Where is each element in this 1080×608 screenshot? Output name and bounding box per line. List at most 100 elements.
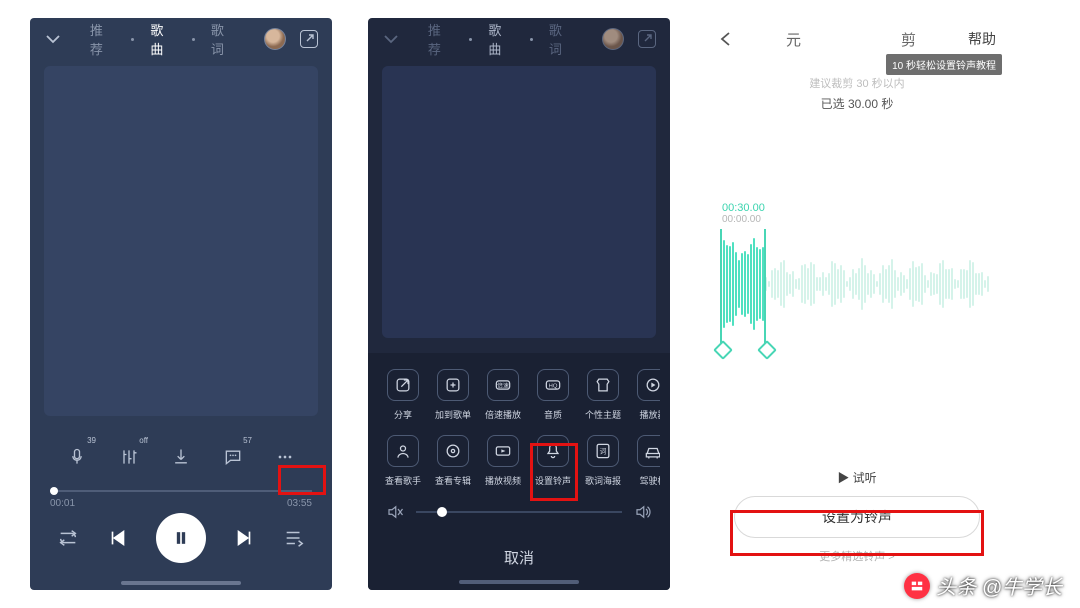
sheet-item-label: 驾驶模 bbox=[639, 474, 660, 487]
waveform-bar bbox=[834, 263, 836, 305]
more-icon[interactable] bbox=[266, 438, 304, 476]
waveform-bar bbox=[912, 261, 914, 307]
action-sheet: 分享加到歌单倍速倍速播放HQ音质个性主题播放器 查看歌手查看专辑播放视频设置铃声… bbox=[368, 353, 670, 590]
back-icon[interactable] bbox=[718, 31, 734, 47]
waveform-bar bbox=[939, 263, 941, 306]
mic-icon[interactable]: 39 bbox=[58, 438, 96, 476]
waveform-bar bbox=[840, 265, 842, 302]
waveform-bar bbox=[894, 270, 896, 299]
dot-icon bbox=[131, 38, 134, 41]
waveform-bar bbox=[825, 277, 827, 292]
speed-icon: 倍速 bbox=[487, 369, 519, 401]
waveform-bar bbox=[843, 270, 845, 298]
sheet-item-ringtone[interactable]: 设置铃声 bbox=[528, 435, 578, 487]
sheet-item-share[interactable]: 分享 bbox=[378, 369, 428, 421]
watermark-text: 头条 @牛学长 bbox=[936, 571, 1062, 600]
waveform-bar bbox=[870, 270, 872, 299]
comments-icon[interactable]: 57 bbox=[214, 438, 252, 476]
waveform-bar bbox=[909, 268, 911, 301]
home-indicator bbox=[459, 580, 579, 584]
sheet-item-add[interactable]: 加到歌单 bbox=[428, 369, 478, 421]
collapse-icon[interactable] bbox=[44, 30, 62, 48]
waveform-bar bbox=[792, 271, 794, 297]
volume-icon[interactable] bbox=[634, 503, 652, 521]
sheet-item-drive[interactable]: 驾驶模 bbox=[628, 435, 660, 487]
tab-recommend[interactable]: 推荐 bbox=[90, 20, 116, 58]
waveform-bar bbox=[813, 264, 815, 303]
queue-icon[interactable] bbox=[283, 527, 305, 549]
waveform-bar bbox=[804, 264, 806, 304]
waveform-bar bbox=[930, 272, 932, 295]
sheet-item-artist[interactable]: 查看歌手 bbox=[378, 435, 428, 487]
equalizer-icon[interactable]: off bbox=[110, 438, 148, 476]
collapse-icon[interactable] bbox=[382, 30, 400, 48]
player-icon bbox=[637, 369, 660, 401]
p2-header: 推荐 歌曲 歌词 bbox=[368, 18, 670, 60]
waveform-bar bbox=[798, 278, 800, 290]
waveform-bar bbox=[936, 274, 938, 294]
waveform-bar bbox=[960, 269, 962, 299]
sheet-item-poster[interactable]: 词歌词海报 bbox=[578, 435, 628, 487]
tab-song[interactable]: 歌曲 bbox=[150, 20, 176, 58]
mute-icon[interactable] bbox=[386, 503, 404, 521]
waveform-bar bbox=[726, 245, 728, 323]
tab-song[interactable]: 歌曲 bbox=[488, 20, 514, 58]
volume-slider[interactable] bbox=[416, 511, 622, 513]
waveform-bar bbox=[750, 244, 752, 325]
progress-thumb[interactable] bbox=[50, 487, 58, 495]
waveform-bar bbox=[810, 262, 812, 306]
artist-icon bbox=[387, 435, 419, 467]
tab-recommend[interactable]: 推荐 bbox=[428, 20, 454, 58]
add-icon bbox=[437, 369, 469, 401]
download-icon[interactable] bbox=[162, 438, 200, 476]
waveform-bar bbox=[975, 273, 977, 294]
waveform-bar bbox=[978, 273, 980, 295]
trim-handle-start[interactable] bbox=[720, 229, 722, 349]
waveform-bar bbox=[783, 260, 785, 308]
volume-thumb[interactable] bbox=[437, 507, 447, 517]
waveform-bar bbox=[900, 272, 902, 295]
avatar[interactable] bbox=[264, 28, 286, 50]
set-ringtone-button[interactable]: 设置为铃声 bbox=[734, 496, 980, 538]
tab-lyrics[interactable]: 歌词 bbox=[549, 20, 575, 58]
help-link[interactable]: 帮助 bbox=[968, 29, 996, 49]
cancel-button[interactable]: 取消 bbox=[378, 537, 660, 578]
loop-icon[interactable] bbox=[57, 527, 79, 549]
theme-icon bbox=[587, 369, 619, 401]
sheet-item-album[interactable]: 查看专辑 bbox=[428, 435, 478, 487]
waveform-bar bbox=[747, 254, 749, 314]
waveform-bar bbox=[915, 267, 917, 301]
sheet-item-label: 音质 bbox=[544, 408, 562, 421]
next-icon[interactable] bbox=[233, 527, 255, 549]
avatar[interactable] bbox=[602, 28, 624, 50]
waveform-bar bbox=[816, 277, 818, 290]
home-indicator bbox=[121, 581, 241, 585]
sheet-item-speed[interactable]: 倍速倍速播放 bbox=[478, 369, 528, 421]
share-icon[interactable] bbox=[300, 30, 318, 48]
waveform-bar bbox=[831, 261, 833, 308]
waveform-bar bbox=[903, 275, 905, 293]
more-ringtones-link[interactable]: 更多精选铃声 > bbox=[706, 548, 1008, 564]
sheet-item-label: 查看专辑 bbox=[435, 474, 471, 487]
sheet-item-theme[interactable]: 个性主题 bbox=[578, 369, 628, 421]
trim-handle-end[interactable] bbox=[764, 229, 766, 349]
pause-button[interactable] bbox=[156, 513, 206, 563]
sheet-item-video[interactable]: 播放视频 bbox=[478, 435, 528, 487]
share-icon[interactable] bbox=[638, 30, 656, 48]
waveform-bar bbox=[924, 275, 926, 293]
comments-badge: 57 bbox=[243, 436, 252, 445]
sheet-item-player[interactable]: 播放器 bbox=[628, 369, 660, 421]
waveform[interactable] bbox=[720, 229, 994, 339]
tab-lyrics[interactable]: 歌词 bbox=[211, 20, 237, 58]
sheet-item-hq[interactable]: HQ音质 bbox=[528, 369, 578, 421]
sheet-item-label: 歌词海报 bbox=[585, 474, 621, 487]
time-total: 03:55 bbox=[287, 498, 312, 509]
prev-icon[interactable] bbox=[107, 527, 129, 549]
time-current: 00:01 bbox=[50, 498, 75, 509]
waveform-bar bbox=[807, 268, 809, 300]
preview-button[interactable]: ▶ 试听 bbox=[706, 469, 1008, 486]
waveform-bar bbox=[780, 262, 782, 307]
eq-badge: off bbox=[139, 436, 148, 445]
progress-bar[interactable] bbox=[50, 490, 312, 492]
waveform-bar bbox=[891, 259, 893, 308]
